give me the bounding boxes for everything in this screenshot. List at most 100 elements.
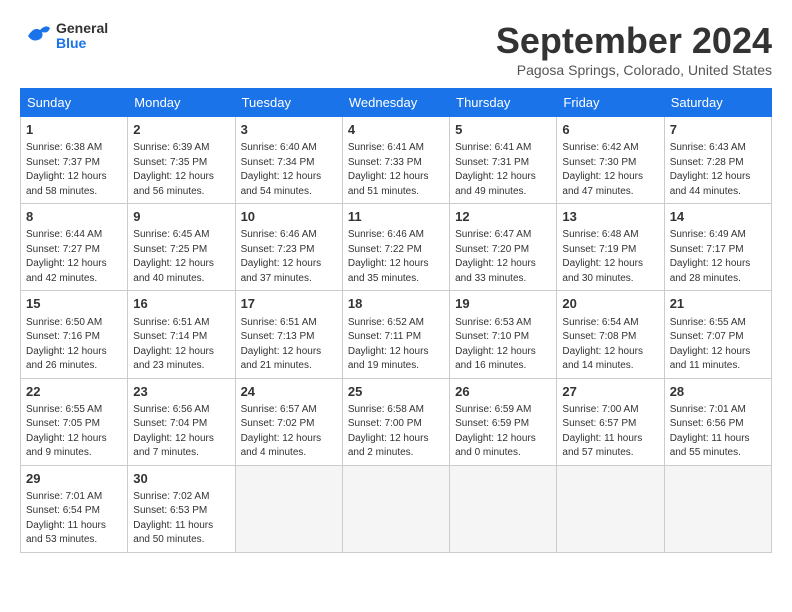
empty-cell [450,465,557,552]
day-number: 11 [348,208,444,226]
day-cell-13: 13 Sunrise: 6:48 AMSunset: 7:19 PMDayligh… [557,204,664,291]
day-info: Sunrise: 6:58 AMSunset: 7:00 PMDaylight:… [348,403,444,461]
day-cell-19: 19 Sunrise: 6:53 AMSunset: 7:10 PMDayligh… [450,291,557,378]
day-cell-4: 4 Sunrise: 6:41 AMSunset: 7:33 PMDaylight… [342,117,449,204]
day-number: 30 [133,470,229,488]
day-cell-15: 15Sunrise: 6:50 AMSunset: 7:16 PMDayligh… [21,291,128,378]
week-row-2: 8Sunrise: 6:44 AMSunset: 7:27 PMDaylight… [21,204,772,291]
day-number: 28 [670,383,766,401]
day-number: 19 [455,295,551,313]
weekday-header-saturday: Saturday [664,89,771,117]
day-cell-24: 24Sunrise: 6:57 AMSunset: 7:02 PMDayligh… [235,378,342,465]
day-number: 6 [562,121,658,139]
day-number: 23 [133,383,229,401]
day-number: 26 [455,383,551,401]
day-cell-29: 29 Sunrise: 7:01 AMSunset: 6:54 PMDayligh… [21,465,128,552]
day-info: Sunrise: 6:46 AMSunset: 7:23 PMDaylight:… [241,228,337,286]
logo-bird-icon [20,20,52,52]
day-cell-10: 10 Sunrise: 6:46 AMSunset: 7:23 PMDayligh… [235,204,342,291]
day-info: Sunrise: 6:41 AMSunset: 7:33 PMDaylight:… [348,141,444,199]
location-subtitle: Pagosa Springs, Colorado, United States [496,62,772,78]
day-number: 20 [562,295,658,313]
day-number: 12 [455,208,551,226]
day-cell-6: 6 Sunrise: 6:42 AMSunset: 7:30 PMDaylight… [557,117,664,204]
day-cell-5: 5 Sunrise: 6:41 AMSunset: 7:31 PMDaylight… [450,117,557,204]
day-info: Sunrise: 6:51 AMSunset: 7:13 PMDaylight:… [241,316,337,374]
day-info: Sunrise: 6:54 AMSunset: 7:08 PMDaylight:… [562,316,658,374]
weekday-header-friday: Friday [557,89,664,117]
day-cell-7: 7 Sunrise: 6:43 AMSunset: 7:28 PMDaylight… [664,117,771,204]
day-number: 8 [26,208,122,226]
day-number: 13 [562,208,658,226]
day-number: 2 [133,121,229,139]
weekday-header-wednesday: Wednesday [342,89,449,117]
day-number: 5 [455,121,551,139]
logo-text-general: General [56,20,108,36]
day-number: 7 [670,121,766,139]
day-info: Sunrise: 7:01 AMSunset: 6:54 PMDaylight:… [26,490,122,548]
day-info: Sunrise: 6:47 AMSunset: 7:20 PMDaylight:… [455,228,551,286]
day-info: Sunrise: 7:02 AMSunset: 6:53 PMDaylight:… [133,490,229,548]
day-number: 22 [26,383,122,401]
weekday-header-row: SundayMondayTuesdayWednesdayThursdayFrid… [21,89,772,117]
day-info: Sunrise: 6:46 AMSunset: 7:22 PMDaylight:… [348,228,444,286]
day-cell-9: 9Sunrise: 6:45 AMSunset: 7:25 PMDaylight… [128,204,235,291]
day-number: 10 [241,208,337,226]
week-row-5: 29 Sunrise: 7:01 AMSunset: 6:54 PMDayligh… [21,465,772,552]
logo-text-blue: Blue [56,35,86,51]
empty-cell [664,465,771,552]
month-title: September 2024 [496,20,772,62]
day-number: 3 [241,121,337,139]
day-info: Sunrise: 6:51 AMSunset: 7:14 PMDaylight:… [133,316,229,374]
day-number: 1 [26,121,122,139]
empty-cell [342,465,449,552]
day-info: Sunrise: 6:53 AMSunset: 7:10 PMDaylight:… [455,316,551,374]
day-number: 4 [348,121,444,139]
title-block: September 2024 Pagosa Springs, Colorado,… [496,20,772,78]
day-info: Sunrise: 6:57 AMSunset: 7:02 PMDaylight:… [241,403,337,461]
day-number: 18 [348,295,444,313]
day-number: 25 [348,383,444,401]
day-cell-28: 28 Sunrise: 7:01 AMSunset: 6:56 PMDayligh… [664,378,771,465]
day-info: Sunrise: 7:01 AMSunset: 6:56 PMDaylight:… [670,403,766,461]
day-number: 9 [133,208,229,226]
weekday-header-thursday: Thursday [450,89,557,117]
day-cell-1: 1 Sunrise: 6:38 AMSunset: 7:37 PMDaylight… [21,117,128,204]
empty-cell [235,465,342,552]
day-cell-22: 22 Sunrise: 6:55 AMSunset: 7:05 PMDayligh… [21,378,128,465]
day-info: Sunrise: 7:00 AMSunset: 6:57 PMDaylight:… [562,403,658,461]
day-cell-8: 8Sunrise: 6:44 AMSunset: 7:27 PMDaylight… [21,204,128,291]
day-number: 29 [26,470,122,488]
day-cell-2: 2Sunrise: 6:39 AMSunset: 7:35 PMDaylight… [128,117,235,204]
weekday-header-tuesday: Tuesday [235,89,342,117]
day-info: Sunrise: 6:38 AMSunset: 7:37 PMDaylight:… [26,141,122,199]
day-cell-3: 3Sunrise: 6:40 AMSunset: 7:34 PMDaylight… [235,117,342,204]
day-number: 17 [241,295,337,313]
day-cell-17: 17 Sunrise: 6:51 AMSunset: 7:13 PMDayligh… [235,291,342,378]
day-cell-20: 20 Sunrise: 6:54 AMSunset: 7:08 PMDayligh… [557,291,664,378]
day-info: Sunrise: 6:41 AMSunset: 7:31 PMDaylight:… [455,141,551,199]
day-info: Sunrise: 6:55 AMSunset: 7:05 PMDaylight:… [26,403,122,461]
day-cell-21: 21 Sunrise: 6:55 AMSunset: 7:07 PMDayligh… [664,291,771,378]
week-row-4: 22 Sunrise: 6:55 AMSunset: 7:05 PMDayligh… [21,378,772,465]
day-info: Sunrise: 6:55 AMSunset: 7:07 PMDaylight:… [670,316,766,374]
day-cell-26: 26Sunrise: 6:59 AMSunset: 6:59 PMDayligh… [450,378,557,465]
day-number: 14 [670,208,766,226]
week-row-1: 1 Sunrise: 6:38 AMSunset: 7:37 PMDaylight… [21,117,772,204]
day-info: Sunrise: 6:48 AMSunset: 7:19 PMDaylight:… [562,228,658,286]
day-info: Sunrise: 6:52 AMSunset: 7:11 PMDaylight:… [348,316,444,374]
day-cell-23: 23 Sunrise: 6:56 AMSunset: 7:04 PMDayligh… [128,378,235,465]
day-info: Sunrise: 6:43 AMSunset: 7:28 PMDaylight:… [670,141,766,199]
day-number: 21 [670,295,766,313]
week-row-3: 15Sunrise: 6:50 AMSunset: 7:16 PMDayligh… [21,291,772,378]
day-cell-16: 16 Sunrise: 6:51 AMSunset: 7:14 PMDayligh… [128,291,235,378]
day-number: 16 [133,295,229,313]
day-number: 27 [562,383,658,401]
page-header: General Blue September 2024 Pagosa Sprin… [20,20,772,78]
day-cell-14: 14Sunrise: 6:49 AMSunset: 7:17 PMDayligh… [664,204,771,291]
day-info: Sunrise: 6:56 AMSunset: 7:04 PMDaylight:… [133,403,229,461]
weekday-header-sunday: Sunday [21,89,128,117]
day-cell-27: 27 Sunrise: 7:00 AMSunset: 6:57 PMDayligh… [557,378,664,465]
day-info: Sunrise: 6:42 AMSunset: 7:30 PMDaylight:… [562,141,658,199]
day-cell-18: 18 Sunrise: 6:52 AMSunset: 7:11 PMDayligh… [342,291,449,378]
